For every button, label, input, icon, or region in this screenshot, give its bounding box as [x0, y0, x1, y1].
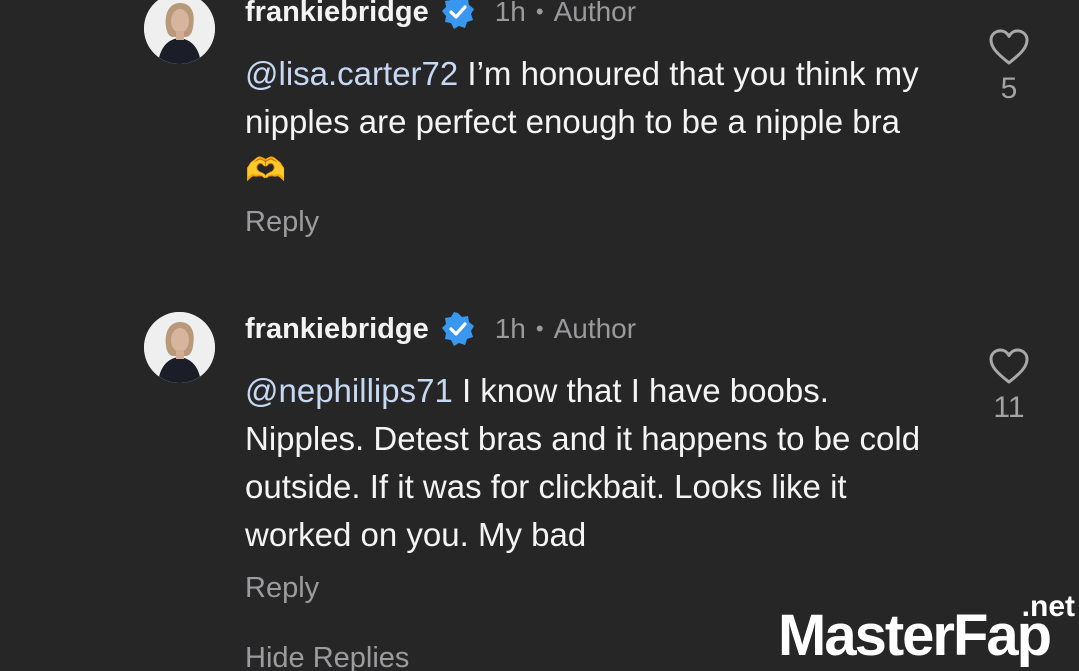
- heart-hands-emoji: 🫶: [245, 151, 287, 188]
- verified-badge-icon: [441, 312, 475, 346]
- watermark-logo: .net MasterFap: [778, 590, 1079, 671]
- reply-button[interactable]: Reply: [245, 206, 319, 239]
- username[interactable]: frankiebridge: [245, 0, 429, 29]
- username[interactable]: frankiebridge: [245, 313, 429, 346]
- watermark-text: MasterFap: [778, 603, 1052, 668]
- author-badge: Author: [553, 0, 637, 27]
- avatar[interactable]: [144, 312, 215, 383]
- author-badge: Author: [553, 313, 637, 344]
- like-count: 11: [993, 391, 1025, 424]
- like-count: 5: [1000, 72, 1018, 105]
- separator-dot: •: [535, 316, 544, 341]
- heart-icon: [989, 29, 1029, 65]
- mention-link[interactable]: @nephillips71: [245, 372, 453, 409]
- like-button[interactable]: 5: [985, 28, 1033, 106]
- timestamp: 1h: [494, 0, 526, 27]
- verified-badge-icon: [441, 0, 475, 29]
- timestamp: 1h: [494, 313, 526, 344]
- heart-icon: [989, 348, 1029, 384]
- separator-dot: •: [535, 0, 544, 24]
- mention-link[interactable]: @lisa.carter72: [245, 55, 458, 92]
- comment-text: @nephillips71 I know that I have boobs. …: [245, 367, 945, 559]
- hide-replies-button[interactable]: Hide Replies: [245, 642, 409, 671]
- comment-text: @lisa.carter72 I’m honoured that you thi…: [245, 50, 945, 194]
- avatar[interactable]: [144, 0, 215, 64]
- like-button[interactable]: 11: [985, 347, 1033, 425]
- reply-button[interactable]: Reply: [245, 572, 319, 605]
